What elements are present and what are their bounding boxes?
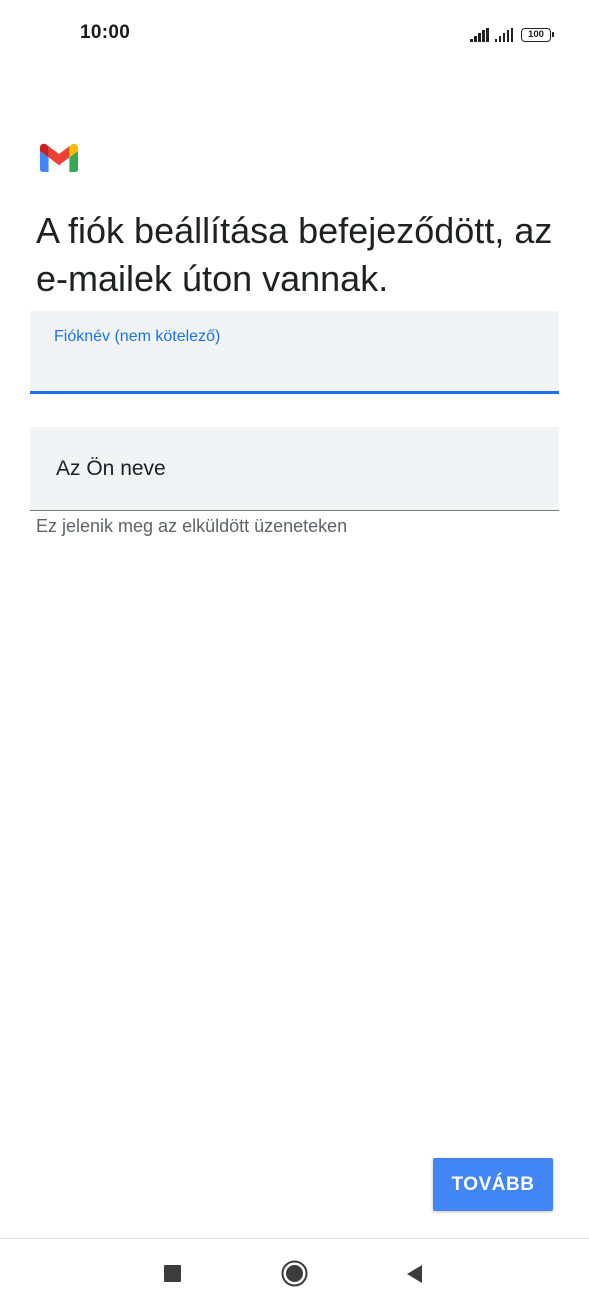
signal-icon: [470, 28, 489, 42]
account-name-label: Fióknév (nem kötelező): [54, 328, 221, 345]
status-bar: 10:00 100: [0, 0, 589, 68]
home-icon[interactable]: [281, 1260, 308, 1287]
battery-level: 100: [528, 29, 544, 40]
screen: 10:00 100 A fiók beállítása befejeződött…: [0, 0, 589, 1309]
page-title: A fiók beállítása befejeződött, az e-mai…: [36, 210, 553, 299]
next-button[interactable]: TOVÁBB: [433, 1158, 553, 1211]
account-name-field[interactable]: Fióknév (nem kötelező): [30, 311, 559, 394]
status-icons: 100: [470, 24, 554, 42]
your-name-input[interactable]: [54, 453, 538, 485]
status-time: 10:00: [80, 22, 131, 43]
helper-text: Ez jelenik meg az elküldött üzeneteken: [36, 516, 348, 536]
nav-bar: [0, 1239, 589, 1309]
recents-icon[interactable]: [164, 1265, 181, 1282]
gmail-logo: [40, 143, 78, 172]
battery-icon: 100: [521, 28, 554, 42]
account-name-input[interactable]: [54, 355, 538, 383]
back-icon[interactable]: [404, 1263, 424, 1285]
signal-icon: [494, 28, 513, 42]
your-name-field[interactable]: [30, 427, 559, 511]
